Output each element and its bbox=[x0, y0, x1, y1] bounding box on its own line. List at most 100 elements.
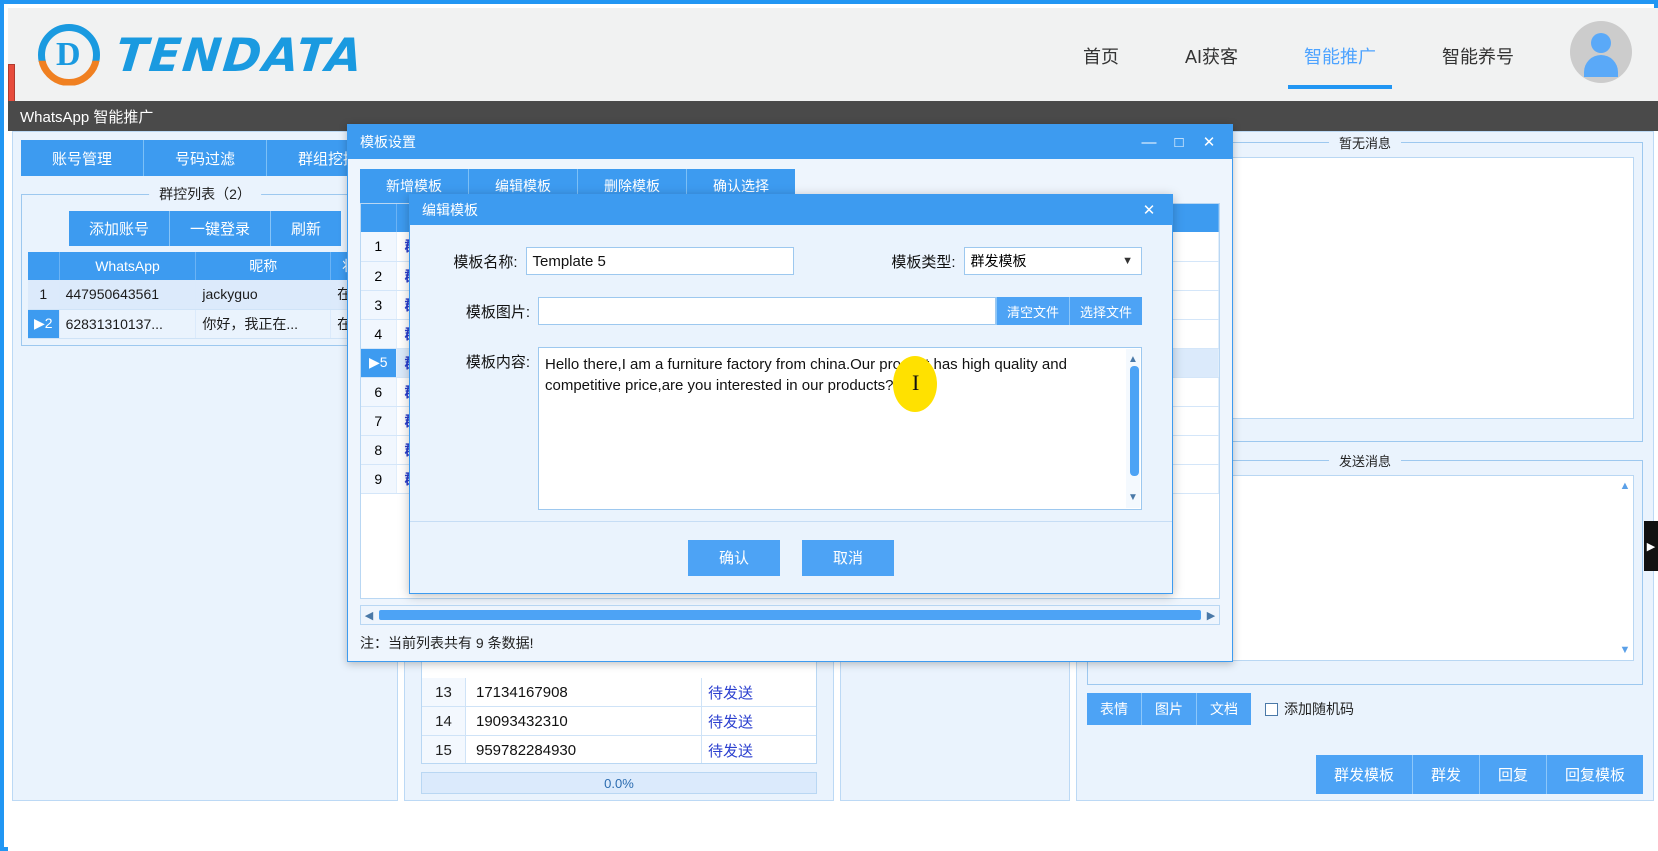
template-content-value: Hello there,I am a furniture factory fro… bbox=[545, 356, 1067, 394]
brand-name: TENDATA bbox=[113, 27, 367, 82]
row-index: 7 bbox=[361, 406, 397, 436]
send-progress-bar: 0.0% bbox=[421, 772, 817, 794]
template-content-textarea[interactable]: Hello there,I am a furniture factory fro… bbox=[538, 347, 1142, 510]
panel-collapse-arrow-icon[interactable]: ▶ bbox=[1644, 521, 1658, 571]
table-row[interactable]: 13 17134167908 待发送 bbox=[422, 678, 816, 707]
template-content-row: 模板内容: Hello there,I am a furniture facto… bbox=[440, 347, 1142, 510]
nav-item-ai-acquisition[interactable]: AI获客 bbox=[1181, 13, 1242, 97]
row-index: 2 bbox=[361, 261, 397, 291]
left-panel-tabs: 账号管理 号码过滤 群组挖掘 bbox=[21, 140, 389, 176]
messages-legend: 暂无消息 bbox=[1328, 133, 1402, 152]
template-image-input[interactable] bbox=[538, 297, 996, 325]
edit-dialog-title: 编辑模板 bbox=[422, 202, 478, 218]
tab-account-management[interactable]: 账号管理 bbox=[21, 140, 144, 176]
content-scroll-thumb[interactable] bbox=[1130, 366, 1139, 476]
tendata-logo-icon: D bbox=[38, 23, 100, 86]
row-index: 13 bbox=[422, 678, 466, 706]
compose-scrollbar[interactable]: ▲ ▼ bbox=[1619, 480, 1631, 656]
template-type-value: 群发模板 bbox=[970, 253, 1027, 269]
top-header: D TENDATA 首页 AI获客 智能推广 智能养号 bbox=[8, 8, 1658, 101]
checkbox-box-icon[interactable] bbox=[1265, 702, 1278, 716]
send-action-buttons: 群发模板 群发 回复 回复模板 bbox=[1315, 755, 1643, 794]
edit-dialog-titlebar: 编辑模板 ✕ bbox=[410, 195, 1172, 225]
nav-item-home[interactable]: 首页 bbox=[1079, 13, 1123, 97]
application-frame: D TENDATA 首页 AI获客 智能推广 智能养号 WhatsApp 智能推… bbox=[0, 0, 1658, 851]
cell-status: 待发送 bbox=[701, 707, 816, 735]
reply-template-button[interactable]: 回复模板 bbox=[1546, 755, 1643, 794]
nav-item-smart-promotion[interactable]: 智能推广 bbox=[1288, 13, 1392, 97]
col-whatsapp: WhatsApp bbox=[59, 252, 197, 280]
template-type-label: 模板类型: bbox=[891, 253, 956, 271]
template-name-label: 模板名称: bbox=[453, 253, 518, 271]
refresh-button[interactable]: 刷新 bbox=[271, 211, 342, 246]
cell-status: 待发送 bbox=[701, 678, 816, 706]
document-button[interactable]: 文档 bbox=[1197, 693, 1251, 725]
row-index: 8 bbox=[361, 435, 397, 465]
cell-status: 待发送 bbox=[701, 736, 816, 763]
bulk-template-button[interactable]: 群发模板 bbox=[1315, 755, 1413, 794]
cell-nickname: jackyguo bbox=[195, 280, 332, 310]
random-code-checkbox[interactable]: 添加随机码 bbox=[1265, 699, 1354, 719]
template-image-label: 模板图片: bbox=[465, 303, 530, 321]
confirm-button[interactable]: 确认 bbox=[688, 539, 780, 576]
one-click-login-button[interactable]: 一键登录 bbox=[169, 211, 271, 246]
row-index: 1 bbox=[361, 232, 397, 262]
cancel-button[interactable]: 取消 bbox=[802, 539, 894, 576]
cell-phone: 17134167908 bbox=[476, 683, 568, 701]
random-code-label: 添加随机码 bbox=[1284, 701, 1354, 717]
row-index-selected: ▶2 bbox=[28, 309, 60, 339]
edit-dialog-footer: 确认 取消 bbox=[410, 521, 1172, 593]
scroll-down-icon[interactable]: ▼ bbox=[1620, 644, 1631, 656]
edit-template-dialog: 编辑模板 ✕ 模板名称: Template 5 模板类型: 群发模板 ▼ 模板图… bbox=[409, 194, 1173, 594]
send-message-legend: 发送消息 bbox=[1328, 451, 1402, 470]
bulk-send-button[interactable]: 群发 bbox=[1412, 755, 1480, 794]
cell-nickname: 你好，我正在... bbox=[195, 309, 332, 339]
add-account-button[interactable]: 添加账号 bbox=[68, 211, 170, 246]
nav-item-smart-nurture[interactable]: 智能养号 bbox=[1438, 13, 1518, 97]
top-navigation: 首页 AI获客 智能推广 智能养号 bbox=[1079, 8, 1518, 101]
progress-value: 0.0% bbox=[604, 775, 634, 791]
accounts-table: WhatsApp 昵称 状态 1 447950643561 jackyguo 在… bbox=[28, 252, 382, 339]
page-title: WhatsApp 智能推广 bbox=[20, 108, 154, 126]
dialog-title: 模板设置 bbox=[360, 134, 416, 150]
group-control-list: 群控列表（2） 添加账号 一键登录 刷新 WhatsApp 昵称 状态 1 bbox=[21, 184, 389, 346]
close-icon[interactable]: ✕ bbox=[1134, 195, 1164, 225]
left-panel: 账号管理 号码过滤 群组挖掘 群控列表（2） 添加账号 一键登录 刷新 What… bbox=[12, 131, 398, 801]
minimize-icon[interactable]: — bbox=[1134, 127, 1164, 157]
user-avatar-icon[interactable] bbox=[1570, 21, 1632, 83]
clear-file-button[interactable]: 清空文件 bbox=[995, 297, 1069, 325]
table-header-row: WhatsApp 昵称 状态 bbox=[28, 252, 382, 280]
template-type-select[interactable]: 群发模板 ▼ bbox=[963, 247, 1142, 275]
scroll-right-icon[interactable]: ▶ bbox=[1203, 609, 1219, 622]
table-row[interactable]: ▶2 62831310137... 你好，我正在... 在线 bbox=[28, 309, 382, 339]
table-row[interactable]: 15 959782284930 待发送 bbox=[422, 736, 816, 763]
emoji-button[interactable]: 表情 bbox=[1087, 693, 1142, 725]
dialog-titlebar: 模板设置 — □ ✕ bbox=[348, 125, 1232, 159]
scroll-left-icon[interactable]: ◀ bbox=[361, 609, 377, 622]
template-image-row: 模板图片: 清空文件 选择文件 bbox=[440, 297, 1142, 325]
table-row[interactable]: 1 447950643561 jackyguo 在线 bbox=[28, 280, 382, 310]
chevron-down-icon[interactable]: ▼ bbox=[1122, 255, 1133, 267]
cell-whatsapp: 447950643561 bbox=[59, 280, 197, 310]
group-control-buttons: 添加账号 一键登录 刷新 bbox=[28, 211, 382, 246]
row-index: 1 bbox=[28, 280, 60, 310]
scroll-thumb[interactable] bbox=[379, 610, 1201, 620]
template-name-input[interactable]: Template 5 bbox=[525, 247, 795, 275]
maximize-icon[interactable]: □ bbox=[1164, 127, 1194, 157]
tab-number-filter[interactable]: 号码过滤 bbox=[144, 140, 267, 176]
image-button[interactable]: 图片 bbox=[1142, 693, 1197, 725]
brand-logo[interactable]: D TENDATA bbox=[38, 23, 367, 86]
text-cursor-icon: I bbox=[912, 370, 920, 395]
cell-phone: 19093432310 bbox=[476, 712, 568, 730]
template-table-horizontal-scrollbar[interactable]: ◀ ▶ bbox=[360, 605, 1220, 625]
scroll-up-icon[interactable]: ▲ bbox=[1620, 480, 1631, 492]
cell-whatsapp: 62831310137... bbox=[59, 309, 197, 339]
row-index-selected: ▶5 bbox=[361, 348, 397, 378]
close-icon[interactable]: ✕ bbox=[1194, 127, 1224, 157]
reply-button[interactable]: 回复 bbox=[1479, 755, 1547, 794]
col-nickname: 昵称 bbox=[195, 252, 332, 280]
message-toolbar: 表情 图片 文档 添加随机码 bbox=[1087, 693, 1643, 725]
table-row[interactable]: 14 19093432310 待发送 bbox=[422, 707, 816, 736]
scroll-down-icon[interactable]: ▼ bbox=[1128, 487, 1138, 508]
choose-file-button[interactable]: 选择文件 bbox=[1068, 297, 1142, 325]
